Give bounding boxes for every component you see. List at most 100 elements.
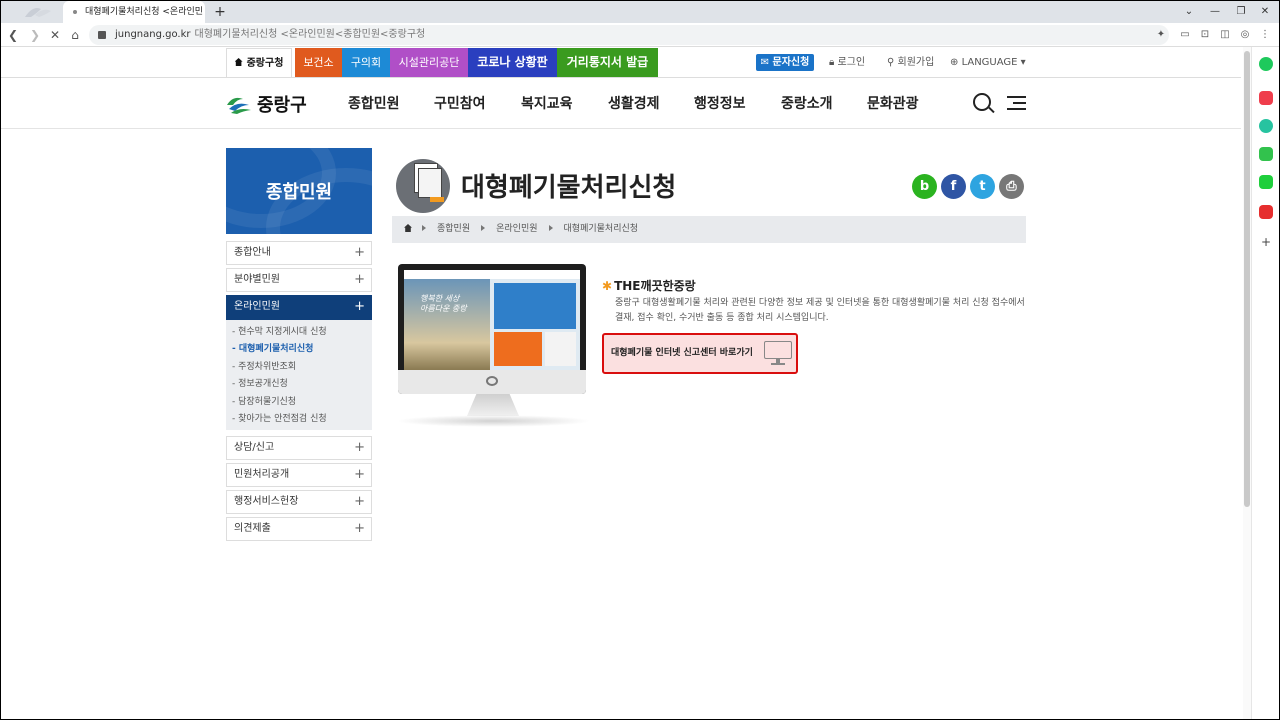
gnb-item-civil[interactable]: 종합민원	[348, 93, 400, 113]
restore-button[interactable]: ❐	[1229, 1, 1253, 23]
gnb-item-participation[interactable]: 구민참여	[434, 93, 486, 113]
naver-icon[interactable]	[1259, 175, 1273, 189]
util-tab-label: 코로나 상황판	[477, 55, 548, 69]
join-label: 회원가입	[897, 57, 935, 68]
arrow-right-icon	[422, 225, 426, 231]
breadcrumb: 종합민원 온라인민원 대형폐기물처리신청	[392, 216, 1026, 243]
back-button[interactable]: ❮	[3, 25, 23, 45]
document-icon	[396, 159, 450, 213]
print-icon[interactable]: ⎙	[999, 174, 1024, 199]
person-icon: ⚲	[887, 57, 898, 68]
gnb-item-admin[interactable]: 행정정보	[694, 93, 746, 113]
home-button[interactable]: ⌂	[65, 25, 85, 45]
lnb-sub-label: 찾아가는 안전점검 신청	[238, 413, 327, 424]
monitor-logo-icon	[486, 376, 498, 386]
scrollbar-thumb[interactable]	[1244, 51, 1250, 507]
mail-icon: ✉	[760, 57, 773, 68]
lnb-item-label: 의견제출	[234, 523, 271, 534]
home-icon[interactable]	[404, 224, 412, 232]
gnb-item-welfare[interactable]: 복지교육	[521, 93, 573, 113]
url-field[interactable]: jungnang.go.kr 대형폐기물처리신청 <온라인민원<종합민원<중랑구청	[89, 25, 1169, 45]
computer-icon	[764, 339, 792, 367]
lnb-sub-banner[interactable]: - 현수막 지정게시대 신청	[226, 324, 372, 341]
add-panel-icon[interactable]: +	[1259, 235, 1273, 249]
browser-tab-bar: 대형폐기물처리신청 <온라인민 + ⌄ — ❐ ✕	[1, 1, 1279, 23]
stop-button[interactable]: ✕	[45, 25, 65, 45]
main-navigation: 중랑구 종합민원 구민참여 복지교육 생활경제 행정정보 중랑소개 문화관광	[1, 78, 1241, 129]
gnb-item-economy[interactable]: 생활경제	[608, 93, 660, 113]
breadcrumb-item[interactable]: 온라인민원	[496, 224, 537, 234]
bulky-waste-report-button[interactable]: 대형폐기물 인터넷 신고센터 바로가기	[602, 333, 798, 374]
split-view-icon[interactable]: ◫	[1217, 27, 1233, 43]
lnb-item-field[interactable]: 분야별민원 +	[226, 268, 372, 292]
lnb-item-label: 행정서비스헌장	[234, 496, 299, 507]
hamburger-menu-icon[interactable]	[1007, 96, 1026, 110]
close-window-button[interactable]: ✕	[1253, 1, 1277, 23]
lnb-submenu: - 현수막 지정게시대 신청 - 대형폐기물처리신청 - 주정차위반조회 - 정…	[226, 320, 372, 430]
util-tab-notice[interactable]: 거리통지서 발급	[557, 48, 658, 77]
lnb-sub-label: 담장허물기신청	[238, 396, 297, 407]
screenshot-icon[interactable]: ⊡	[1197, 27, 1213, 43]
news-icon[interactable]	[1259, 205, 1273, 219]
lock-icon	[98, 31, 106, 39]
util-tab-covid[interactable]: 코로나 상황판	[468, 48, 557, 77]
puzzle-icon[interactable]: ✦	[1153, 27, 1169, 43]
pocket-icon[interactable]	[1259, 91, 1273, 105]
browser-tab-active[interactable]: 대형폐기물처리신청 <온라인민	[63, 1, 205, 23]
cast-icon[interactable]: ▭	[1177, 27, 1193, 43]
lnb-sub-bulky-waste[interactable]: - 대형폐기물처리신청	[226, 341, 372, 358]
lnb-sub-parking[interactable]: - 주정차위반조회	[226, 359, 372, 376]
minimize-button[interactable]: —	[1203, 1, 1227, 23]
player-icon[interactable]	[1259, 119, 1273, 133]
util-tab-health[interactable]: 보건소	[295, 48, 342, 77]
new-tab-button[interactable]: +	[211, 1, 229, 23]
plus-icon: +	[354, 494, 365, 509]
lnb-sub-safety[interactable]: - 찾아가는 안전점검 신청	[226, 411, 372, 428]
twitter-share-icon[interactable]: t	[970, 174, 995, 199]
screen-slogan: 행복한 세상 아름다운 중랑	[420, 294, 467, 313]
lock-icon: 🔒︎	[829, 57, 838, 68]
caret-down-icon: ▾	[1017, 57, 1026, 68]
lnb-item-counsel[interactable]: 상담/신고 +	[226, 436, 372, 460]
lnb-item-guide[interactable]: 종합안내 +	[226, 241, 372, 265]
lnb-item-charter[interactable]: 행정서비스헌장 +	[226, 490, 372, 514]
bird-logo-icon	[25, 8, 51, 17]
monitor-shadow	[396, 415, 591, 427]
lnb-item-opinion[interactable]: 의견제출 +	[226, 517, 372, 541]
whale-icon[interactable]	[1259, 57, 1273, 71]
page-title: 대형폐기물처리신청	[461, 173, 677, 203]
facebook-share-icon[interactable]: f	[941, 174, 966, 199]
site-logo[interactable]: 중랑구	[225, 92, 307, 116]
lnb-item-online[interactable]: 온라인민원 +	[226, 295, 372, 320]
talk-icon[interactable]	[1259, 147, 1273, 161]
promo-title: ✱ THE깨끗한중랑	[602, 277, 696, 294]
breadcrumb-item[interactable]: 종합민원	[437, 224, 470, 234]
util-tab-jungnang[interactable]: 중랑구청	[226, 48, 292, 77]
blog-share-icon[interactable]: b	[912, 174, 937, 199]
plus-icon: +	[354, 299, 365, 314]
chevron-down-icon[interactable]: ⌄	[1177, 1, 1201, 23]
lnb-item-disclosure[interactable]: 민원처리공개 +	[226, 463, 372, 487]
forward-button[interactable]: ❯	[25, 25, 45, 45]
gnb-item-about[interactable]: 중랑소개	[781, 93, 833, 113]
breadcrumb-item[interactable]: 대형폐기물처리신청	[564, 224, 639, 234]
search-icon[interactable]	[973, 93, 991, 111]
sms-apply-button[interactable]: ✉ 문자신청	[756, 54, 814, 71]
lnb-sub-wall[interactable]: - 담장허물기신청	[226, 394, 372, 411]
login-link[interactable]: 🔒︎ 로그인	[829, 54, 865, 71]
star-icon: ✱	[602, 279, 613, 293]
util-tab-council[interactable]: 구의회	[342, 48, 390, 77]
util-tab-facility[interactable]: 시설관리공단	[390, 48, 468, 77]
globe-icon: ⊕	[950, 57, 962, 68]
home-icon	[234, 58, 243, 66]
page-scrollbar[interactable]	[1243, 47, 1251, 719]
more-menu-icon[interactable]: ⋮	[1257, 27, 1273, 43]
join-link[interactable]: ⚲ 회원가입	[887, 54, 934, 71]
language-select[interactable]: ⊕ LANGUAGE ▾	[950, 54, 1026, 71]
profile-icon[interactable]: ◎	[1237, 27, 1253, 43]
lnb-sub-info[interactable]: - 정보공개신청	[226, 376, 372, 393]
lnb-item-label: 민원처리공개	[234, 469, 290, 480]
gnb-item-culture[interactable]: 문화관광	[867, 93, 919, 113]
plus-icon: +	[354, 521, 365, 536]
browser-tab-title: 대형폐기물처리신청 <온라인민	[85, 7, 204, 17]
